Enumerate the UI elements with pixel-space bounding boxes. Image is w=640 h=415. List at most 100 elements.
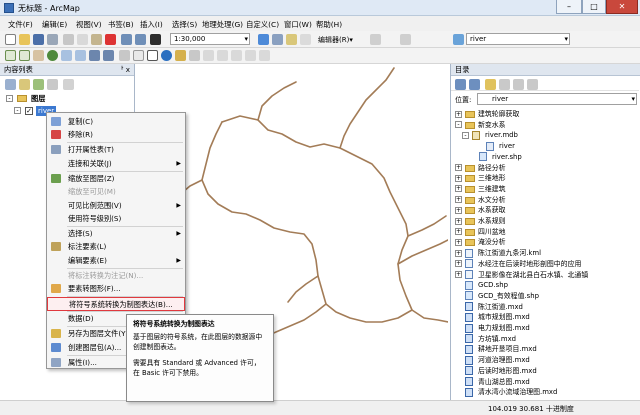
layer-combo[interactable]: river bbox=[466, 33, 570, 45]
html-popup-icon[interactable] bbox=[189, 50, 200, 61]
list-by-visibility-icon[interactable] bbox=[33, 79, 44, 90]
context-menu-item[interactable]: 将符号系统转换为制图表达(B)... bbox=[47, 297, 185, 311]
save-icon[interactable] bbox=[33, 34, 44, 45]
menu-edit[interactable]: 编辑(E) bbox=[42, 19, 67, 30]
toc-options-icon[interactable] bbox=[63, 79, 74, 90]
menu-geoprocessing[interactable]: 地理处理(G) bbox=[202, 19, 243, 30]
search-icon[interactable] bbox=[300, 34, 311, 45]
add-data-icon[interactable] bbox=[150, 34, 161, 45]
context-menu-item[interactable]: 缩放至图层(Z) bbox=[47, 172, 185, 185]
identify-icon[interactable] bbox=[161, 50, 172, 61]
context-menu-item[interactable]: 标注要素(L) bbox=[47, 240, 185, 253]
catalog-tree-item[interactable]: 清水湾小流域治理图.mxd bbox=[451, 386, 639, 398]
time-slider-icon[interactable] bbox=[245, 50, 256, 61]
select-elements-icon[interactable] bbox=[147, 50, 158, 61]
tree-expander-icon[interactable]: + bbox=[455, 110, 462, 118]
forward-icon[interactable] bbox=[103, 50, 114, 61]
list-by-source-icon[interactable] bbox=[19, 79, 30, 90]
menu-windows[interactable]: 窗口(W) bbox=[284, 19, 312, 30]
tree-expander-icon[interactable]: + bbox=[455, 271, 462, 278]
context-menu-item[interactable]: 将标注转换为注记(N)... bbox=[47, 269, 185, 282]
context-menu-item[interactable]: 使用符号级别(S) bbox=[47, 212, 185, 225]
hyperlink-icon[interactable] bbox=[175, 50, 186, 61]
context-menu-item[interactable]: 缩放至可见(M) bbox=[47, 185, 185, 198]
full-extent-icon[interactable] bbox=[47, 50, 58, 61]
delete-icon[interactable] bbox=[105, 34, 116, 45]
catalog-icon[interactable] bbox=[286, 34, 297, 45]
menu-file[interactable]: 文件(F) bbox=[8, 19, 33, 30]
cut-icon[interactable] bbox=[63, 34, 74, 45]
tree-expander-icon[interactable]: + bbox=[455, 206, 462, 214]
list-by-drawing-order-icon[interactable] bbox=[5, 79, 16, 90]
tree-expander-icon[interactable]: + bbox=[455, 174, 462, 182]
group-collapse-icon[interactable]: - bbox=[6, 94, 15, 103]
context-menu-item[interactable]: 可见比例范围(V) ▶ bbox=[47, 199, 185, 212]
menu-customize[interactable]: 自定义(C) bbox=[246, 19, 279, 30]
go-to-xy-icon[interactable] bbox=[231, 50, 242, 61]
find-icon[interactable] bbox=[217, 50, 228, 61]
tree-expander-icon[interactable]: + bbox=[455, 217, 462, 225]
menu-help[interactable]: 帮助(H) bbox=[316, 19, 342, 30]
connect-folder-icon[interactable] bbox=[499, 79, 510, 90]
toc-pin-close[interactable]: ᅡ x bbox=[117, 64, 130, 76]
tree-expander-icon[interactable]: + bbox=[455, 164, 462, 171]
context-menu-item[interactable]: 选择(S) ▶ bbox=[47, 227, 185, 240]
toc-icon[interactable] bbox=[272, 34, 283, 45]
folder-icon bbox=[465, 175, 475, 183]
context-menu-item[interactable]: 连接和关联(J) ▶ bbox=[47, 157, 185, 170]
context-menu-item[interactable]: 编辑要素(E) ▶ bbox=[47, 254, 185, 267]
scale-combo[interactable]: 1:30,000 bbox=[170, 33, 250, 45]
context-menu-item[interactable]: 要素转图形(F)... bbox=[47, 282, 185, 295]
measure-icon[interactable] bbox=[203, 50, 214, 61]
editor-toolbar-icon[interactable] bbox=[258, 34, 269, 45]
zoom-in-icon[interactable] bbox=[5, 50, 16, 61]
back-icon[interactable] bbox=[455, 79, 466, 90]
toggle-contents-icon[interactable] bbox=[513, 79, 524, 90]
undo-icon[interactable] bbox=[121, 34, 132, 45]
tree-expander-icon[interactable]: + bbox=[455, 185, 462, 193]
layer-collapse-icon[interactable]: - bbox=[14, 106, 23, 115]
context-menu-item[interactable]: 复制(C) bbox=[47, 115, 185, 128]
copy-icon[interactable] bbox=[77, 34, 88, 45]
folder-icon bbox=[465, 185, 475, 193]
minimize-button[interactable]: – bbox=[556, 0, 582, 14]
tree-expander-icon[interactable]: + bbox=[455, 196, 462, 204]
menu-view[interactable]: 视图(V) bbox=[76, 19, 102, 30]
toc-title: 内容列表 bbox=[4, 65, 33, 74]
redo-icon[interactable] bbox=[135, 34, 146, 45]
back-icon[interactable] bbox=[89, 50, 100, 61]
maximize-button[interactable]: □ bbox=[582, 0, 606, 14]
tree-expander-icon[interactable]: - bbox=[462, 131, 469, 139]
close-button[interactable]: ✕ bbox=[606, 0, 638, 14]
menu-selection[interactable]: 选择(S) bbox=[172, 19, 197, 30]
tree-expander-icon[interactable]: + bbox=[455, 260, 462, 268]
menu-insert[interactable]: 插入(I) bbox=[140, 19, 163, 30]
fixed-zoom-in-icon[interactable] bbox=[61, 50, 72, 61]
tree-expander-icon[interactable]: + bbox=[455, 249, 462, 257]
tree-expander-icon[interactable]: + bbox=[455, 238, 462, 246]
menu-bookmarks[interactable]: 书签(B) bbox=[108, 19, 134, 30]
open-icon[interactable] bbox=[19, 34, 30, 45]
forward-icon[interactable] bbox=[469, 79, 480, 90]
zoom-out-icon[interactable] bbox=[19, 50, 30, 61]
viewer-icon[interactable] bbox=[259, 50, 270, 61]
view-options-icon[interactable] bbox=[527, 79, 538, 90]
location-combo[interactable]: river bbox=[477, 93, 637, 105]
paste-icon[interactable] bbox=[91, 34, 102, 45]
list-by-selection-icon[interactable] bbox=[47, 79, 58, 90]
new-map-icon[interactable] bbox=[5, 34, 16, 45]
editor-menu[interactable]: 编辑器(R)▾ bbox=[318, 35, 353, 45]
parent-folder-icon[interactable] bbox=[485, 79, 496, 90]
sketch-icon[interactable] bbox=[370, 34, 381, 45]
fixed-zoom-out-icon[interactable] bbox=[75, 50, 86, 61]
edit-vertices-icon[interactable] bbox=[400, 34, 411, 45]
context-menu-item[interactable]: 移除(R) bbox=[47, 128, 185, 141]
print-icon[interactable] bbox=[47, 34, 58, 45]
tree-expander-icon[interactable]: + bbox=[455, 228, 462, 236]
context-menu-item[interactable]: 打开属性表(T) bbox=[47, 143, 185, 156]
layer-visibility-checkbox[interactable]: ✓ bbox=[25, 107, 33, 115]
clear-selection-icon[interactable] bbox=[133, 50, 144, 61]
tree-expander-icon[interactable]: - bbox=[455, 121, 462, 129]
select-features-icon[interactable] bbox=[119, 50, 130, 61]
pan-icon[interactable] bbox=[33, 50, 44, 61]
